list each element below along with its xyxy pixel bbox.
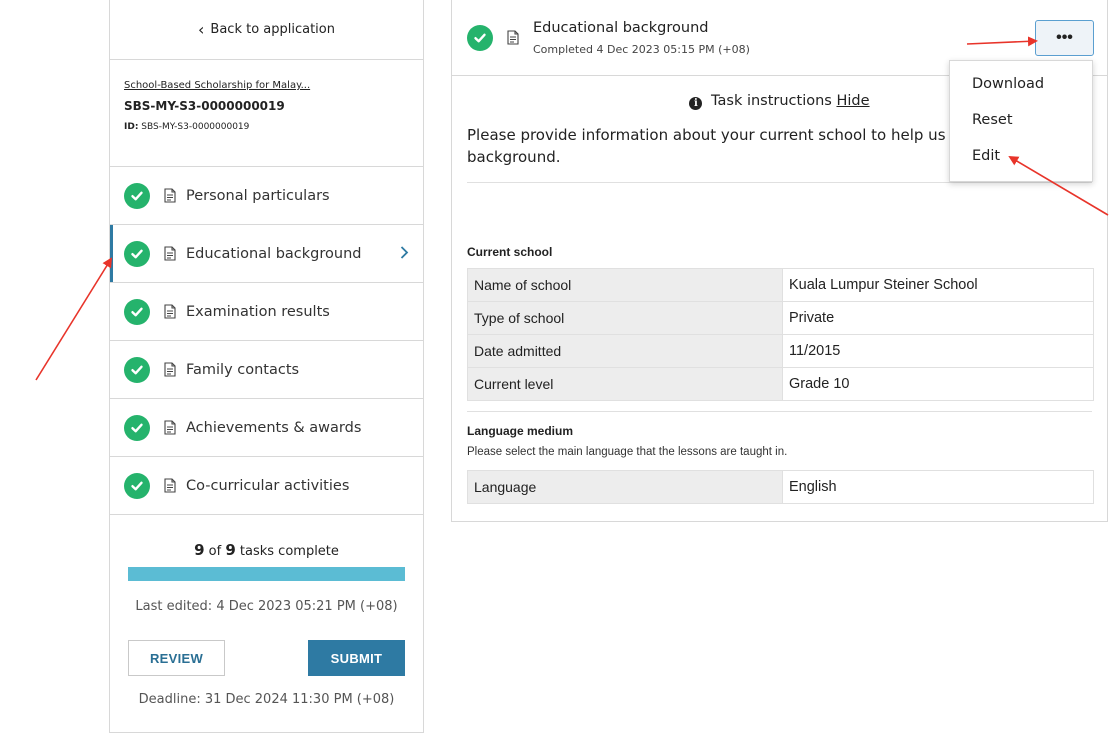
progress-of: of xyxy=(208,544,222,559)
document-icon xyxy=(164,420,176,435)
check-circle-icon xyxy=(124,240,150,267)
menu-item-edit[interactable]: Edit xyxy=(950,138,1092,174)
action-buttons: REVIEW SUBMIT xyxy=(110,640,423,676)
more-options-menu: Download Reset Edit xyxy=(949,60,1093,182)
field-label: Current level xyxy=(467,367,783,401)
more-options-icon: ••• xyxy=(1056,29,1073,46)
info-icon: i xyxy=(689,97,703,110)
back-to-application-link[interactable]: ‹ Back to application xyxy=(110,0,423,60)
application-id-value: SBS-MY-S3-0000000019 xyxy=(141,122,250,132)
language-medium-description: Please select the main language that the… xyxy=(467,446,788,458)
progress-bar-fill xyxy=(128,567,405,581)
table-row: Name of school Kuala Lumpur Steiner Scho… xyxy=(467,268,1094,302)
menu-item-download[interactable]: Download xyxy=(950,66,1092,102)
document-icon xyxy=(164,304,176,319)
check-circle-icon xyxy=(124,472,150,499)
sidebar-item-personal-particulars[interactable]: Personal particulars xyxy=(110,167,423,225)
task-title: Educational background xyxy=(533,19,709,36)
sidebar-item-label: Examination results xyxy=(186,303,330,320)
progress-done: 9 xyxy=(194,541,205,559)
task-title-block: Educational background Completed 4 Dec 2… xyxy=(533,20,750,56)
application-name-link[interactable]: School-Based Scholarship for Malay... xyxy=(124,80,409,91)
sidebar-item-family-contacts[interactable]: Family contacts xyxy=(110,341,423,399)
document-icon xyxy=(507,30,519,45)
field-label: Type of school xyxy=(467,301,783,335)
sidebar-item-label: Achievements & awards xyxy=(186,419,362,436)
current-school-table: Name of school Kuala Lumpur Steiner Scho… xyxy=(467,268,1094,401)
document-icon xyxy=(164,188,176,203)
progress-total: 9 xyxy=(225,541,236,559)
sidebar-item-label: Educational background xyxy=(186,245,362,262)
back-label: Back to application xyxy=(210,22,335,37)
progress-summary: 9 of 9 tasks complete Last edited: 4 Dec… xyxy=(110,515,423,707)
document-icon xyxy=(164,362,176,377)
check-circle-icon xyxy=(124,298,150,325)
deadline: Deadline: 31 Dec 2024 11:30 PM (+08) xyxy=(138,692,395,707)
field-value: Private xyxy=(782,301,1094,335)
application-code: SBS-MY-S3-0000000019 xyxy=(124,99,285,113)
field-value: Kuala Lumpur Steiner School xyxy=(782,268,1094,302)
table-row: Language English xyxy=(467,470,1094,504)
table-row: Current level Grade 10 xyxy=(467,367,1094,401)
field-value: 11/2015 xyxy=(782,334,1094,368)
table-row: Date admitted 11/2015 xyxy=(467,334,1094,368)
sidebar-item-label: Family contacts xyxy=(186,361,300,378)
menu-item-reset[interactable]: Reset xyxy=(950,102,1092,138)
language-medium-heading: Language medium xyxy=(467,424,574,438)
chevron-left-icon: ‹ xyxy=(198,20,205,39)
chevron-right-icon xyxy=(400,243,409,264)
check-circle-icon xyxy=(124,182,150,209)
language-medium-table: Language English xyxy=(467,470,1094,504)
field-label: Name of school xyxy=(467,268,783,302)
last-edited: Last edited: 4 Dec 2023 05:21 PM (+08) xyxy=(135,599,398,614)
task-instructions-label: Task instructions xyxy=(711,93,832,109)
review-button[interactable]: REVIEW xyxy=(128,640,225,676)
task-completed-date: Completed 4 Dec 2023 05:15 PM (+08) xyxy=(533,42,750,56)
table-row: Type of school Private xyxy=(467,301,1094,335)
sidebar-item-co-curricular-activities[interactable]: Co-curricular activities xyxy=(110,457,423,515)
field-label: Language xyxy=(467,470,783,504)
submit-button[interactable]: SUBMIT xyxy=(308,640,405,676)
field-label: Date admitted xyxy=(467,334,783,368)
current-school-heading: Current school xyxy=(467,245,553,259)
sidebar-item-examination-results[interactable]: Examination results xyxy=(110,283,423,341)
sidebar-item-label: Personal particulars xyxy=(186,187,330,204)
divider xyxy=(467,411,1092,412)
sidebar-item-educational-background[interactable]: Educational background xyxy=(110,225,423,283)
sidebar-item-label: Co-curricular activities xyxy=(186,477,350,494)
field-value: Grade 10 xyxy=(782,367,1094,401)
application-id-label: ID: xyxy=(124,122,139,132)
field-value: English xyxy=(782,470,1094,504)
more-options-button[interactable]: ••• xyxy=(1035,20,1094,56)
document-icon xyxy=(164,478,176,493)
check-circle-icon xyxy=(124,356,150,383)
check-circle-icon xyxy=(467,24,493,51)
hide-instructions-link[interactable]: Hide xyxy=(836,93,869,109)
application-info: School-Based Scholarship for Malay... SB… xyxy=(110,60,423,167)
application-id: ID: SBS-MY-S3-0000000019 xyxy=(124,122,409,132)
progress-suffix: tasks complete xyxy=(239,544,339,559)
task-sidebar: ‹ Back to application School-Based Schol… xyxy=(109,0,424,733)
progress-bar xyxy=(128,567,405,581)
check-circle-icon xyxy=(124,414,150,441)
progress-text: 9 of 9 tasks complete xyxy=(110,541,423,559)
annotation-arrow-sidebar xyxy=(35,257,113,381)
document-icon xyxy=(164,246,176,261)
sidebar-item-achievements-awards[interactable]: Achievements & awards xyxy=(110,399,423,457)
